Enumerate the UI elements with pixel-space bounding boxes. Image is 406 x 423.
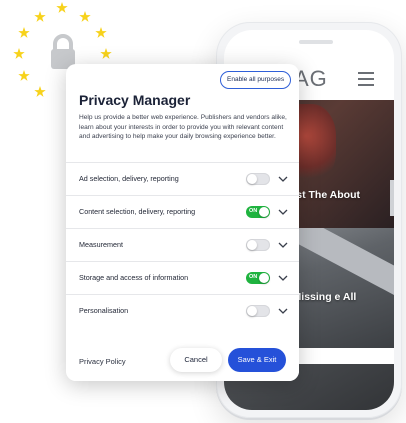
purpose-toggle[interactable] (246, 239, 270, 251)
site-brand: AG (294, 66, 328, 91)
hamburger-menu-icon[interactable] (358, 72, 374, 90)
purpose-row[interactable]: Measurement (66, 228, 299, 262)
enable-all-purposes-button[interactable]: Enable all purposes (220, 71, 292, 89)
toggle-knob (247, 174, 257, 184)
purpose-row[interactable]: Storage and access of information ON (66, 261, 299, 295)
side-tab (390, 180, 394, 216)
chevron-down-icon[interactable] (278, 175, 288, 183)
save-and-exit-button[interactable]: Save & Exit (228, 348, 286, 372)
cancel-button[interactable]: Cancel (170, 348, 222, 372)
purpose-label: Storage and access of information (79, 273, 189, 282)
modal-title: Privacy Manager (79, 92, 191, 108)
purpose-label: Content selection, delivery, reporting (79, 207, 196, 216)
purpose-label: Measurement (79, 240, 123, 249)
toggle-knob (259, 273, 269, 283)
purpose-row[interactable]: Ad selection, delivery, reporting (66, 162, 299, 196)
purpose-toggle[interactable] (246, 173, 270, 185)
purpose-label: Ad selection, delivery, reporting (79, 174, 179, 183)
privacy-policy-link[interactable]: Privacy Policy (79, 357, 126, 366)
purpose-toggle[interactable]: ON (246, 206, 270, 218)
chevron-down-icon[interactable] (278, 208, 288, 216)
modal-description: Help us provide a better web experience.… (79, 114, 287, 141)
privacy-manager-modal: Enable all purposes Privacy Manager Help… (66, 64, 299, 381)
purpose-toggle[interactable]: ON (246, 272, 270, 284)
purpose-row[interactable]: Content selection, delivery, reporting O… (66, 195, 299, 229)
modal-footer: Privacy Policy Cancel Save & Exit (66, 335, 299, 381)
purpose-row[interactable]: Personalisation (66, 294, 299, 328)
purpose-label: Personalisation (79, 306, 129, 315)
toggle-knob (247, 240, 257, 250)
toggle-knob (259, 207, 269, 217)
chevron-down-icon[interactable] (278, 307, 288, 315)
toggle-on-text: ON (249, 274, 258, 280)
chevron-down-icon[interactable] (278, 241, 288, 249)
toggle-on-text: ON (249, 208, 258, 214)
purpose-toggle[interactable] (246, 305, 270, 317)
phone-notch (299, 40, 333, 44)
chevron-down-icon[interactable] (278, 274, 288, 282)
toggle-knob (247, 306, 257, 316)
